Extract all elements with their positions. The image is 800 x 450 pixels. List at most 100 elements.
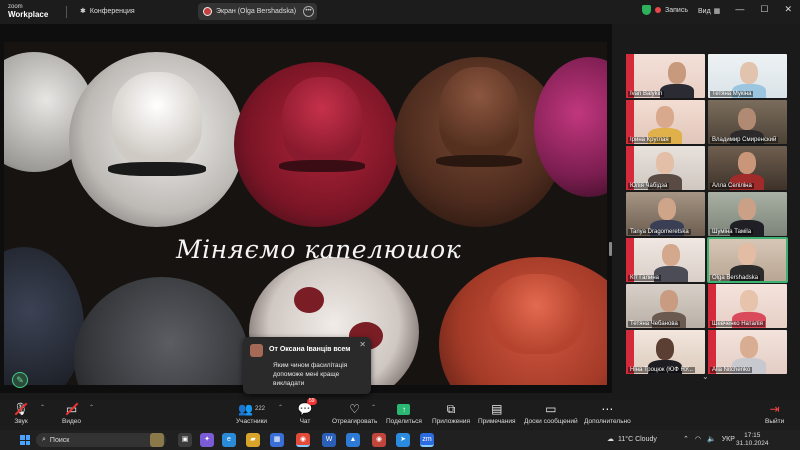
language-indicator[interactable]: УКР [722,436,735,443]
search-placeholder: Поиск [49,436,70,444]
participant-tile[interactable]: Тетяна Мукіна [708,54,787,98]
chat-notification[interactable]: От Оксана Іванців всем ✕ Яким чином фаси… [243,337,371,394]
minimize-icon[interactable]: — [735,4,744,15]
participant-tile-active-speaker[interactable]: Olga Bershadska [707,237,788,283]
wifi-icon[interactable]: ◠ [695,435,701,443]
boards-button[interactable]: ▭ Доски сообщений [524,402,578,430]
paw-icon: ✱ [80,8,86,15]
video-options-caret[interactable]: ⌃ [89,404,94,411]
participants-count: 222 [255,406,266,412]
maximize-icon[interactable]: ☐ [760,4,768,15]
boards-label: Доски сообщений [524,418,578,425]
presenter-avatar [203,7,212,16]
task-view-icon[interactable]: ▣ [178,433,192,447]
security-shield-icon [642,5,651,15]
title-bar: zoom Workplace ✱ Конференция Экран (Olga… [0,0,800,24]
share-button[interactable]: ↑ Поделиться [386,402,422,430]
conference-menu[interactable]: ✱ Конференция [80,7,135,16]
participants-gallery: Ivan Balykin Тетяна Мукіна Ірина Круглая… [624,52,790,374]
participant-tile[interactable]: Ніна Троцюк (ЮФ НУ... [626,330,705,374]
react-options-caret[interactable]: ⌃ [371,404,376,411]
exit-icon: ⇥ [769,402,780,416]
apps-button[interactable]: ⧉ Приложения [432,402,470,430]
chat-message: Яким чином фасилітація допоможе мені кра… [273,362,348,387]
recording-indicator[interactable]: Запись [642,5,688,15]
more-icon: ⋯ [601,402,614,416]
participant-name: Alla Nitchenko [710,367,753,373]
participant-tile[interactable]: Кіт Галина [626,238,705,282]
notes-label: Примечания [478,418,516,425]
tray-chevron-icon[interactable]: ⌃ [683,435,689,443]
chat-sender: От Оксана Іванців всем [269,346,351,353]
screen-share-indicator[interactable]: Экран (Olga Bershadska) ••• [198,3,317,20]
view-menu[interactable]: Вид ▦ [698,7,721,16]
participant-tile[interactable]: Алла Селіліна [708,146,787,190]
more-button[interactable]: ⋯ Дополнительно [584,402,631,430]
more-label: Дополнительно [584,418,631,425]
view-label: Вид [698,7,711,15]
participant-face [668,62,686,84]
chat-icon: 💬 59 [297,398,317,416]
participant-tile[interactable]: Владимир Смиренский [708,100,787,144]
windows-taskbar: ⌕ Поиск ▣ ✦ e ▰ ▦ ◉ W ▲ ◉ ➤ zm ☁ 11°C Cl… [0,430,800,450]
video-button[interactable]: ▭ Видео [62,402,81,430]
participant-tile[interactable]: Шевченко Наталія [708,284,787,328]
store-icon[interactable]: ▦ [270,433,284,447]
telegram-icon[interactable]: ➤ [396,433,410,447]
record-dot-icon [655,7,661,13]
participant-name: Шевченко Наталія [710,321,765,327]
weather-widget[interactable]: ☁ 11°C Cloudy [607,435,657,444]
system-tray: ⌃ ◠ 🔈 УКР [683,435,735,444]
notes-button[interactable]: ▤ Примечания [478,402,516,430]
share-screen-icon: ↑ [397,402,411,416]
zoom-logo: zoom Workplace [8,3,48,19]
participants-options-caret[interactable]: ⌃ [278,404,283,411]
photos-icon[interactable]: ▲ [346,433,360,447]
participant-tile[interactable]: Шуміна Тамila [708,192,787,236]
slide-title: Міняємо капелюшок [176,235,462,264]
zoom-window: zoom Workplace ✱ Конференция Экран (Olga… [0,0,800,450]
audio-options-caret[interactable]: ⌃ [40,404,45,411]
word-icon[interactable]: W [322,433,336,447]
participant-name: Tanya Dragomeretska [628,229,691,235]
cloud-icon: ☁ [607,436,614,443]
presentation-slide: Міняємо капелюшок [4,42,607,385]
polka-dot-1 [294,287,324,313]
windows-start-icon[interactable] [20,435,30,445]
close-icon[interactable]: ✕ [359,340,366,349]
volume-icon[interactable]: 🔈 [707,435,716,443]
apps-label: Приложения [432,418,471,425]
audio-button[interactable]: 🎙 Звук [13,402,28,430]
chat-button[interactable]: 💬 59 Чат [297,398,317,430]
leave-button[interactable]: ⇥ Выйти [765,402,784,430]
participant-tile[interactable]: Ivan Balykin [626,54,705,98]
file-explorer-icon[interactable]: ▰ [246,433,260,447]
participants-button[interactable]: 👥 222 Участники [236,402,267,430]
participant-face [740,336,758,358]
chat-label: Чат [299,418,311,425]
heart-icon: ♡ [349,402,361,416]
grid-icon: ▦ [713,8,721,15]
edge-icon[interactable]: e [222,433,236,447]
share-label: Поделиться [386,418,422,425]
zoom-taskbar-icon[interactable]: zm [420,433,434,447]
annotate-pencil-icon[interactable]: ✎ [12,372,28,388]
clock[interactable]: 17:15 31.10.2024 [736,432,769,448]
chrome-profile-icon[interactable]: ◉ [372,433,386,447]
castle-widget-icon[interactable] [150,433,164,447]
taskbar-search[interactable]: ⌕ Поиск [36,433,166,447]
copilot-icon[interactable]: ✦ [200,433,214,447]
participant-name: Ірина Круглая [628,137,671,143]
participant-tile[interactable]: Ірина Круглая [626,100,705,144]
hat-brown-band [436,155,522,167]
chrome-icon[interactable]: ◉ [296,433,310,447]
panel-splitter[interactable] [609,242,612,256]
chevron-down-icon[interactable]: ⌄ [702,372,709,381]
more-options-icon[interactable]: ••• [303,6,314,17]
participant-tile[interactable]: Юлія Чабідза [626,146,705,190]
participant-tile[interactable]: Тетяна Чебанова [626,284,705,328]
participant-tile[interactable]: Tanya Dragomeretska [626,192,705,236]
participant-name: Юлія Чабідза [628,183,670,189]
participant-tile[interactable]: Alla Nitchenko [708,330,787,374]
close-icon[interactable]: ✕ [784,4,792,15]
